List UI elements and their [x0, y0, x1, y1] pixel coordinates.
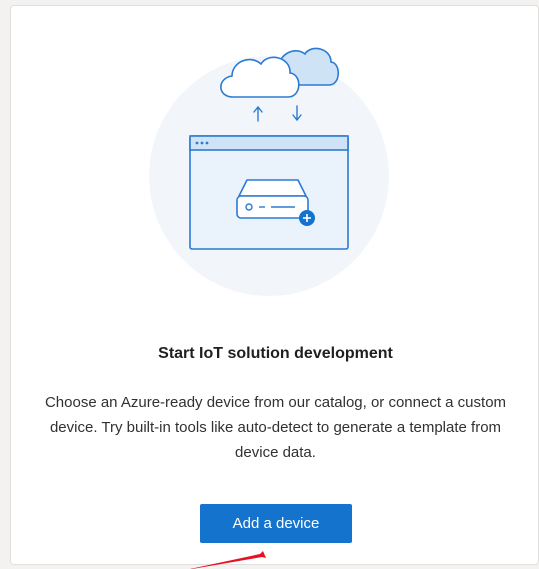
iot-illustration: [149, 47, 389, 296]
empty-state-description: Choose an Azure-ready device from our ca…: [44, 394, 507, 461]
empty-state-title: Start IoT solution development: [158, 345, 393, 362]
empty-state-card: Start IoT solution development Choose an…: [10, 5, 539, 565]
red-arrow-pointer: [190, 551, 266, 569]
add-device-button[interactable]: Add a device: [200, 504, 352, 543]
device-icon: [236, 179, 309, 219]
add-badge-icon: [299, 210, 315, 226]
